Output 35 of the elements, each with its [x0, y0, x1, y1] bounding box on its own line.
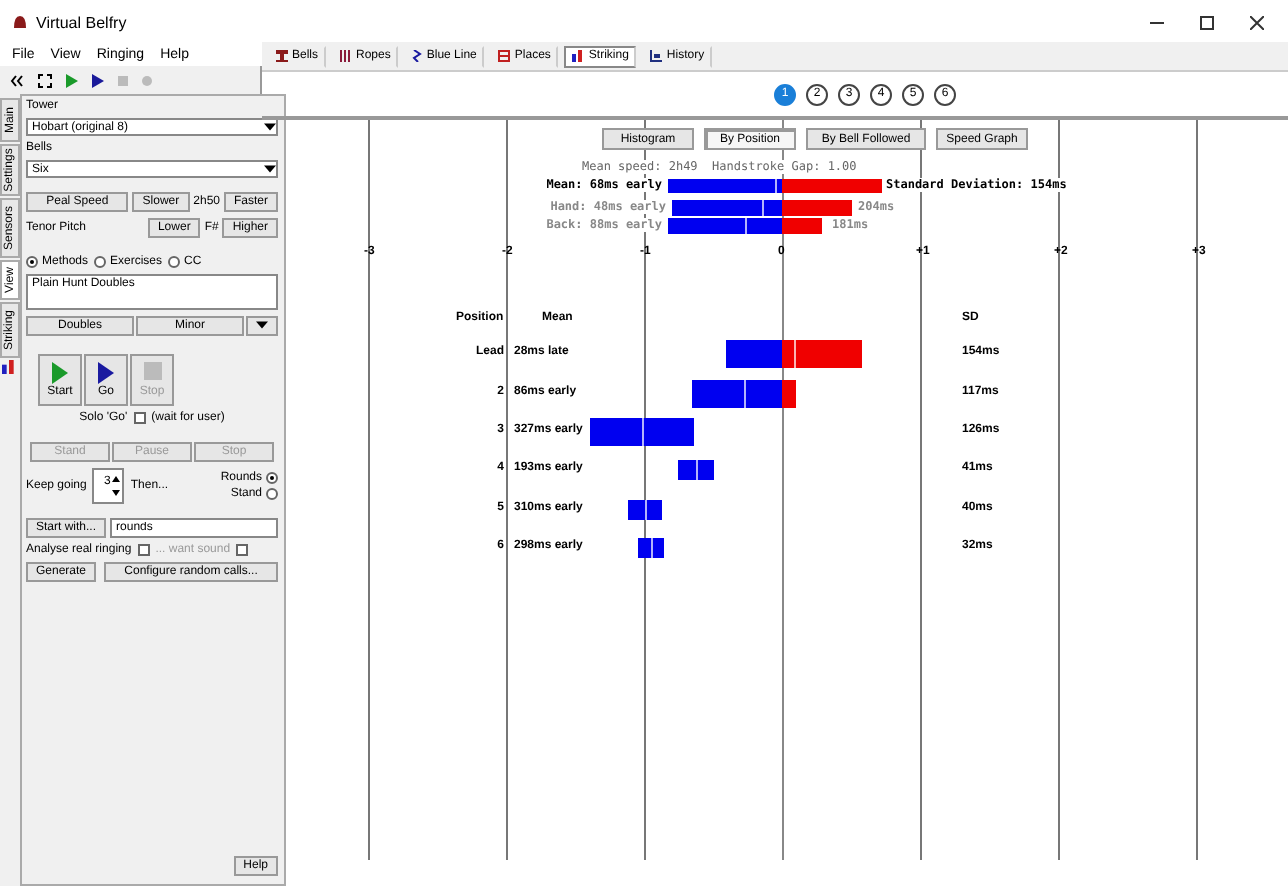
- fullscreen-icon[interactable]: [38, 73, 52, 87]
- rope-icon: [340, 50, 353, 62]
- play-icon[interactable]: [92, 73, 104, 87]
- deviation-bar: [638, 538, 664, 558]
- play-icon: [52, 361, 68, 384]
- caret-icon: [264, 122, 277, 132]
- app-icon: [12, 14, 28, 30]
- bell-icon: [276, 50, 288, 62]
- chart-icon: [572, 50, 585, 62]
- deviation-bar: [692, 380, 796, 408]
- chart-icon: [2, 360, 16, 374]
- chart-icon: [650, 50, 663, 62]
- checkbox[interactable]: [133, 412, 146, 424]
- radio-button[interactable]: [26, 256, 38, 268]
- radio-button[interactable]: [266, 488, 279, 500]
- deviation-bar: [590, 418, 694, 446]
- maximize-icon[interactable]: [1200, 15, 1214, 29]
- radio-button[interactable]: [94, 256, 107, 268]
- play-icon: [98, 361, 114, 384]
- radio-button[interactable]: [266, 472, 279, 484]
- deviation-bar: [628, 500, 662, 520]
- dropdown-button[interactable]: [246, 316, 279, 336]
- line-icon: [412, 50, 423, 62]
- close-icon[interactable]: [1250, 15, 1264, 29]
- deviation-bar: [678, 460, 714, 480]
- checkbox[interactable]: [137, 544, 150, 556]
- caret-icon: [264, 164, 277, 174]
- caret-icon: [256, 319, 269, 329]
- radio-button[interactable]: [168, 256, 181, 268]
- window-title: Virtual Belfry: [36, 13, 127, 31]
- deviation-bar: [726, 340, 862, 368]
- checkbox[interactable]: [236, 544, 249, 556]
- collapse-icon[interactable]: [10, 73, 24, 87]
- grid-icon: [498, 50, 511, 62]
- stop-icon: [143, 362, 161, 381]
